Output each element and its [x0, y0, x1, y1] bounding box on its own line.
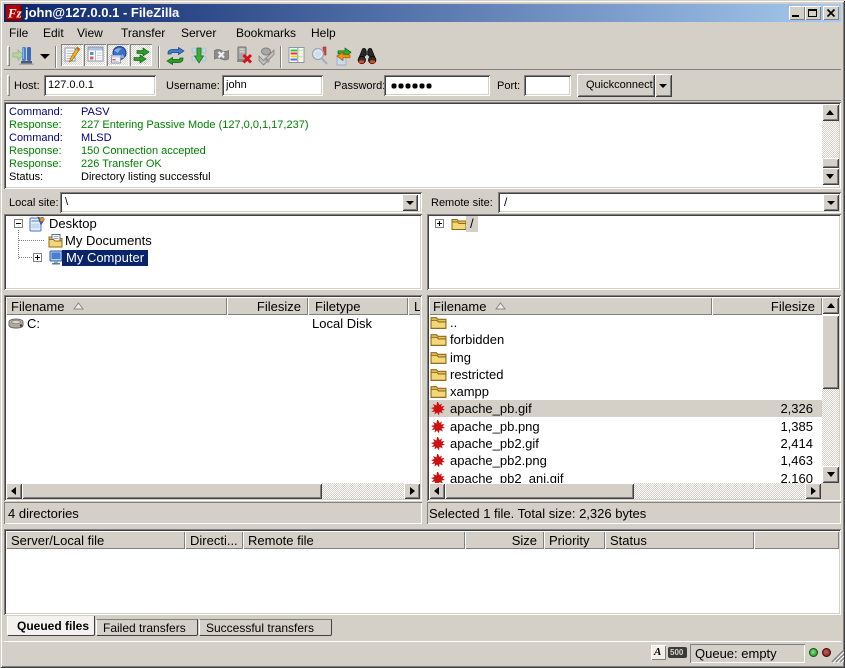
svg-text:Fz: Fz — [7, 6, 22, 21]
